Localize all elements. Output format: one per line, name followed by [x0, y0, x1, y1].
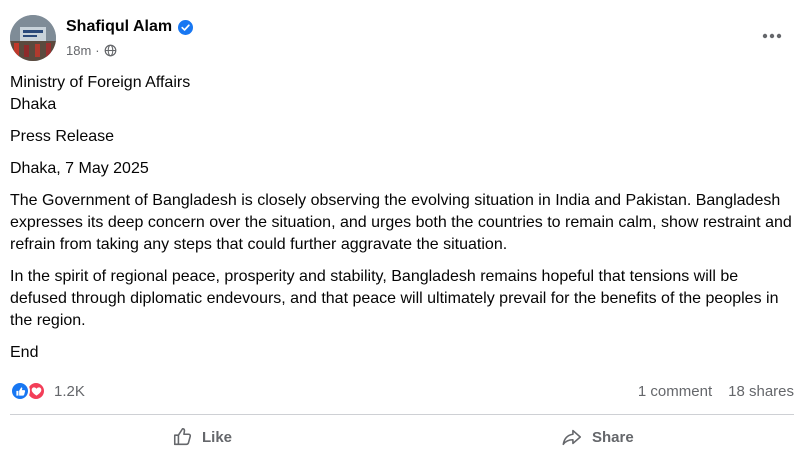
post-paragraph: The Government of Bangladesh is closely … [10, 192, 792, 253]
avatar-photo [10, 15, 56, 61]
comments-count[interactable]: 1 comment [638, 383, 712, 400]
meta-separator: · [95, 43, 100, 58]
avatar[interactable] [10, 15, 56, 61]
engagement-counts: 1 comment 18 shares [638, 383, 794, 400]
author-name[interactable]: Shafiqul Alam [66, 18, 172, 36]
reactions-summary[interactable]: 1.2K [10, 381, 85, 401]
post-paragraph: Press Release [10, 128, 115, 145]
more-options-button[interactable] [760, 24, 784, 48]
post-paragraph: End [10, 344, 39, 361]
author-name-row: Shafiqul Alam [66, 18, 194, 36]
like-reaction-icon [10, 381, 30, 401]
post-paragraph: Dhaka, 7 May 2025 [10, 160, 149, 177]
action-divider [10, 414, 794, 415]
like-button[interactable]: Like [172, 424, 232, 450]
post-paragraph: Ministry of Foreign Affairs [10, 74, 191, 91]
post-paragraph: In the spirit of regional peace, prosper… [10, 268, 779, 329]
like-label: Like [202, 428, 233, 446]
share-button[interactable]: Share [560, 424, 634, 450]
more-options-icon [762, 33, 782, 39]
post-body: Ministry of Foreign Affairs Dhaka Press … [10, 72, 798, 374]
post-paragraph: Dhaka [10, 96, 57, 113]
share-arrow-icon [562, 429, 582, 446]
post-header: Shafiqul Alam 18m · [10, 12, 800, 64]
post-time[interactable]: 18m [66, 43, 91, 58]
shares-count[interactable]: 18 shares [728, 383, 794, 400]
verified-badge-icon [178, 19, 194, 35]
share-label: Share [592, 428, 634, 446]
reactions-count[interactable]: 1.2K [54, 383, 85, 400]
thumbs-up-icon [173, 427, 192, 446]
globe-icon[interactable] [104, 44, 117, 57]
post-meta: 18m · [66, 43, 117, 58]
